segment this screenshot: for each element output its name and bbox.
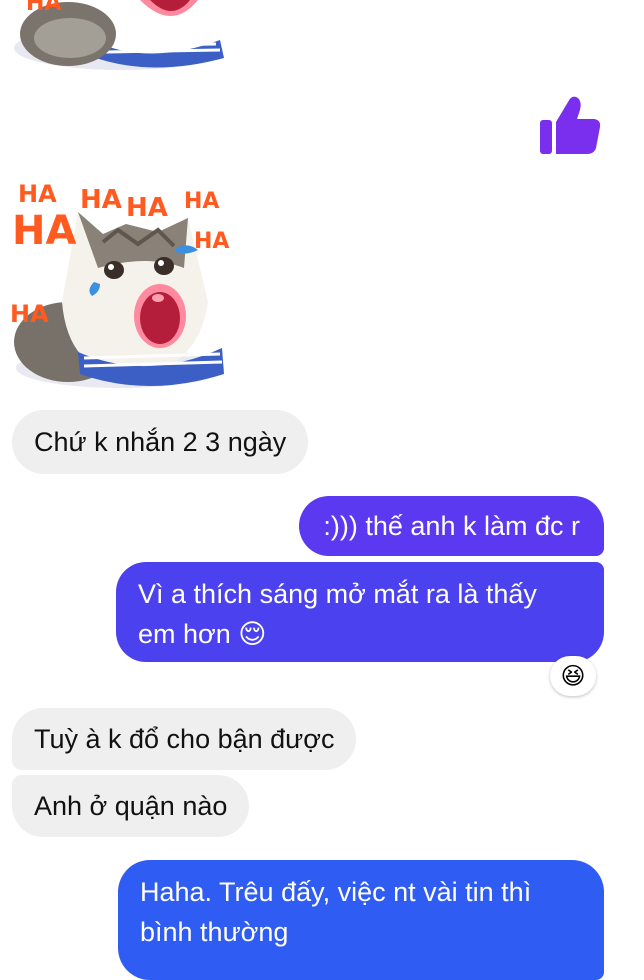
message-text: :))) thế anh k làm đc r <box>323 511 580 541</box>
message-incoming-4[interactable]: Tuỳ à k đổ cho bận được <box>12 708 357 770</box>
message-outgoing-2[interactable]: :))) thế anh k làm đc r <box>299 496 604 556</box>
message-text: Anh ở quận nào <box>34 791 228 821</box>
sticker-cat-haha[interactable]: HA HA HA HA HA HA HA <box>8 172 236 392</box>
message-line-2-text: em hơn <box>138 619 231 649</box>
message-text: Tuỳ à k đổ cho bận được <box>34 724 335 754</box>
reaction-laughing-icon[interactable]: 😆 <box>550 656 596 696</box>
haha-4: HA <box>184 189 219 214</box>
message-incoming-5[interactable]: Anh ở quận nào <box>12 775 250 837</box>
haha-7: HA <box>10 300 49 328</box>
relieved-face-icon: 😌 <box>238 619 267 649</box>
haha-1: HA <box>18 180 57 208</box>
thumbs-up-icon[interactable] <box>538 92 602 156</box>
sticker-top-haha: HA <box>26 0 61 16</box>
message-outgoing-3[interactable]: Vì a thích sáng mở mắt ra là thấy em hơn… <box>116 562 604 662</box>
message-incoming-1[interactable]: Chứ k nhắn 2 3 ngày <box>12 410 309 474</box>
sticker-cat-top[interactable]: HA <box>10 0 230 72</box>
haha-5: HA <box>12 208 76 254</box>
message-outgoing-6[interactable]: Haha. Trêu đấy, việc nt vài tin thì bình… <box>118 860 604 980</box>
message-line-2: em hơn 😌 <box>138 614 582 654</box>
message-line-2: bình thường <box>140 917 289 947</box>
message-text: Chứ k nhắn 2 3 ngày <box>34 427 287 457</box>
message-line-1: Vì a thích sáng mở mắt ra là thấy <box>138 579 537 609</box>
message-line-1: Haha. Trêu đấy, việc nt vài tin thì <box>140 877 532 907</box>
haha-2: HA <box>80 185 122 215</box>
haha-3: HA <box>126 193 168 223</box>
reaction-emoji: 😆 <box>560 662 586 690</box>
haha-6: HA <box>194 229 229 254</box>
